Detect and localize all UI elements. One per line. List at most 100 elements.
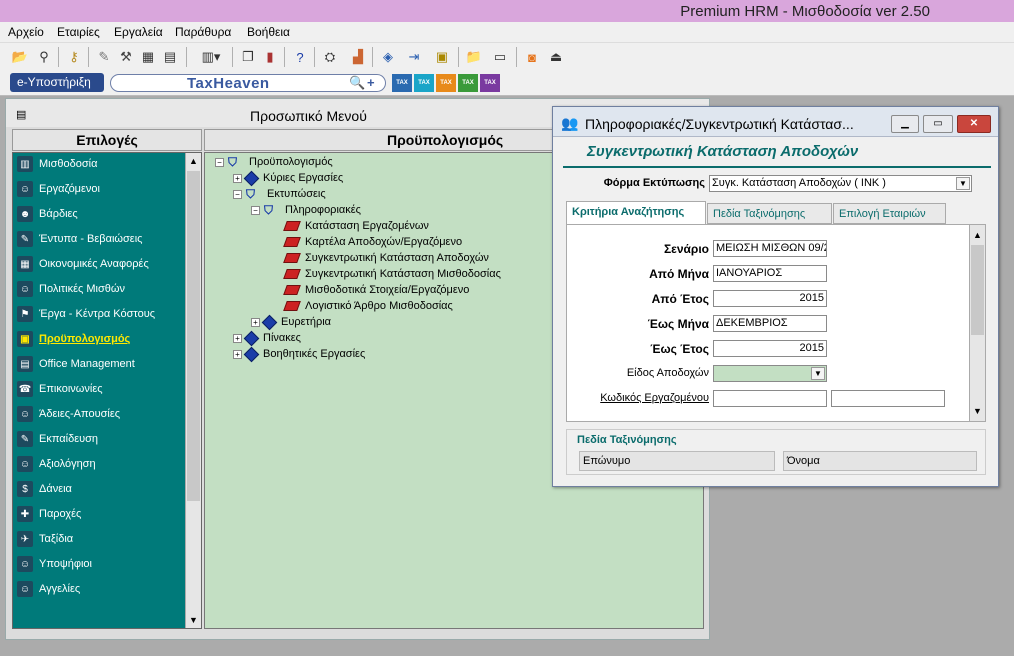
cost-centers-icon: ⚑ bbox=[17, 306, 33, 322]
travel-icon: ✈ bbox=[17, 531, 33, 547]
from-month-field[interactable]: ΙΑΝΟΥΑΡΙΟΣ bbox=[713, 265, 827, 282]
scroll-up-icon[interactable]: ▲ bbox=[186, 153, 201, 169]
option-travel[interactable]: ✈ Ταξίδια bbox=[17, 529, 73, 549]
scroll-thumb[interactable] bbox=[971, 245, 984, 335]
tax-purple-button[interactable]: TAX bbox=[480, 74, 500, 92]
to-month-field[interactable]: ΔΕΚΕΜΒΡΙΟΣ bbox=[713, 315, 827, 332]
option-loans[interactable]: $ Δάνεια bbox=[17, 479, 72, 499]
employee-code-to-field[interactable] bbox=[831, 390, 945, 407]
tree-report-1[interactable]: Κατάσταση Εργαζομένων bbox=[283, 218, 429, 234]
tax-cyan-button[interactable]: TAX bbox=[414, 74, 434, 92]
option-candidates[interactable]: ☺ Υποψήφιοι bbox=[17, 554, 92, 574]
chart-icon[interactable]: ▟ bbox=[348, 47, 368, 67]
pin-icon[interactable]: ✎ bbox=[94, 47, 114, 67]
monitor-icon[interactable]: ▭ bbox=[490, 47, 510, 67]
tree-report-4[interactable]: Συγκεντρωτική Κατάσταση Μισθοδοσίας bbox=[283, 266, 501, 282]
tree-main-tasks[interactable]: + Κύριες Εργασίες bbox=[233, 170, 343, 186]
tree-root[interactable]: − ⛉ Προϋπολογισμός bbox=[215, 154, 333, 170]
login-icon[interactable]: ⇥ bbox=[404, 47, 424, 67]
scenario-field[interactable]: ΜΕΙΩΣΗ ΜΙΣΘΩΝ 09/20 bbox=[713, 240, 827, 257]
key-icon[interactable]: ⚷ bbox=[64, 47, 84, 67]
tree-aux-tasks[interactable]: + Βοηθητικές Εργασίες bbox=[233, 346, 365, 362]
folder-icon[interactable]: 📁 bbox=[464, 47, 484, 67]
sort-field-name[interactable]: Όνομα bbox=[783, 451, 977, 471]
option-communications[interactable]: ☎ Επικοινωνίες bbox=[17, 379, 103, 399]
options-scrollbar[interactable]: ▲ ▼ bbox=[185, 153, 201, 628]
tree-report-6[interactable]: Λογιστικό Άρθρο Μισθοδοσίας bbox=[283, 298, 453, 314]
exit-icon[interactable]: ⏏ bbox=[546, 47, 566, 67]
dialog-title: Πληροφοριακές/Συγκεντρωτική Κατάστασ... bbox=[585, 116, 854, 132]
calculator-icon[interactable]: ▦ bbox=[138, 47, 158, 67]
tools-icon[interactable]: ⚒ bbox=[116, 47, 136, 67]
employee-code-from-field[interactable] bbox=[713, 390, 827, 407]
option-job-ads[interactable]: ☺ Αγγελίες bbox=[17, 579, 80, 599]
scroll-down-icon[interactable]: ▼ bbox=[970, 403, 985, 419]
taxheaven-search-input[interactable]: TaxHeaven 🔍 + bbox=[110, 74, 386, 92]
earnings-type-select[interactable]: ▼ bbox=[713, 365, 827, 382]
tree-report-2[interactable]: Καρτέλα Αποδοχών/Εργαζόμενο bbox=[283, 234, 462, 250]
menu-help[interactable]: Βοήθεια bbox=[247, 25, 290, 39]
minimize-button[interactable]: ▁ bbox=[891, 115, 919, 133]
option-training[interactable]: ✎ Εκπαίδευση bbox=[17, 429, 98, 449]
open-folder-icon[interactable]: 📂 bbox=[10, 47, 30, 67]
support-toolbar: e-Υποστήριξη TaxHeaven 🔍 + TAX TAX TAX T… bbox=[0, 70, 1014, 96]
from-year-field[interactable]: 2015 bbox=[713, 290, 827, 307]
option-leaves[interactable]: ☺ Άδειες-Απουσίες bbox=[17, 404, 120, 424]
network-icon[interactable]: ⛭ bbox=[320, 47, 340, 67]
candidates-icon: ☺ bbox=[17, 556, 33, 572]
tax-orange-button[interactable]: TAX bbox=[436, 74, 456, 92]
option-financial-reports[interactable]: ▦ Οικονομικές Αναφορές bbox=[17, 254, 149, 274]
personal-menu-title: Προσωπικό Μενού bbox=[250, 108, 367, 124]
tree-prints[interactable]: − ⛉ Εκτυπώσεις bbox=[233, 186, 326, 202]
tab-search-criteria[interactable]: Κριτήρια Αναζήτησης bbox=[566, 201, 706, 224]
option-budget[interactable]: ▣ Προϋπολογισμός bbox=[17, 329, 130, 349]
scroll-thumb[interactable] bbox=[187, 171, 200, 501]
rss-icon[interactable]: ◙ bbox=[522, 47, 542, 67]
tax-green-button[interactable]: TAX bbox=[458, 74, 478, 92]
tab-company-selection[interactable]: Επιλογή Εταιριών bbox=[833, 203, 946, 224]
option-benefits[interactable]: ✚ Παροχές bbox=[17, 504, 81, 524]
menu-companies[interactable]: Εταιρίες bbox=[57, 25, 100, 39]
document-icon[interactable]: ▤ bbox=[160, 47, 180, 67]
option-shifts[interactable]: ☻ Βάρδιες bbox=[17, 204, 78, 224]
option-evaluation[interactable]: ☺ Αξιολόγηση bbox=[17, 454, 96, 474]
books-icon[interactable]: ▮ bbox=[260, 47, 280, 67]
esupport-button[interactable]: e-Υποστήριξη bbox=[10, 73, 104, 92]
calendar-icon[interactable]: ▣ bbox=[432, 47, 452, 67]
menu-file[interactable]: Αρχείο bbox=[8, 25, 44, 39]
search-icon[interactable]: 🔍 bbox=[349, 75, 365, 91]
tax-blue-button[interactable]: TAX bbox=[392, 74, 412, 92]
add-icon[interactable]: + bbox=[367, 75, 375, 90]
tab-sort-fields[interactable]: Πεδία Ταξινόμησης bbox=[707, 203, 832, 224]
option-cost-centers[interactable]: ⚑ Έργα - Κέντρα Κόστους bbox=[17, 304, 155, 324]
print-form-select[interactable]: Συγκ. Κατάσταση Αποδοχών ( INK ) ▼ bbox=[709, 175, 972, 192]
package-icon[interactable]: ◈ bbox=[378, 47, 398, 67]
option-office-management[interactable]: ▤ Office Management bbox=[17, 354, 135, 374]
layout-dropdown-icon[interactable]: ▥▾ bbox=[194, 47, 228, 67]
tree-report-3[interactable]: Συγκεντρωτική Κατάσταση Αποδοχών bbox=[283, 250, 489, 266]
binoculars-icon[interactable]: ⚲ bbox=[34, 47, 54, 67]
tree-indexes[interactable]: + Ευρετήρια bbox=[251, 314, 331, 330]
to-year-field[interactable]: 2015 bbox=[713, 340, 827, 357]
main-toolbar: 📂 ⚲ ⚷ ✎ ⚒ ▦ ▤ ▥▾ ❐ ▮ ? ⛭ ▟ ◈ ⇥ ▣ 📁 ▭ ◙ ⏏ bbox=[0, 42, 1014, 70]
close-button[interactable]: ✕ bbox=[957, 115, 991, 133]
from-month-label: Από Μήνα bbox=[649, 267, 709, 281]
sort-field-surname[interactable]: Επώνυμο bbox=[579, 451, 775, 471]
book-icon bbox=[283, 221, 301, 231]
employee-code-label[interactable]: Κωδικός Εργαζομένου bbox=[577, 392, 709, 404]
menu-tools[interactable]: Εργαλεία bbox=[114, 25, 163, 39]
scroll-down-icon[interactable]: ▼ bbox=[186, 612, 201, 628]
tree-report-5[interactable]: Μισθοδοτικά Στοιχεία/Εργαζόμενο bbox=[283, 282, 469, 298]
tree-info[interactable]: − ⛉ Πληροφοριακές bbox=[251, 202, 361, 218]
copy-icon[interactable]: ❐ bbox=[238, 47, 258, 67]
option-employees[interactable]: ☺ Εργαζόμενοι bbox=[17, 179, 100, 199]
scroll-up-icon[interactable]: ▲ bbox=[970, 227, 985, 243]
maximize-button[interactable]: ▭ bbox=[923, 115, 953, 133]
menu-windows[interactable]: Παράθυρα bbox=[175, 25, 231, 39]
tree-tables[interactable]: + Πίνακες bbox=[233, 330, 301, 346]
help-icon[interactable]: ? bbox=[290, 47, 310, 67]
criteria-scrollbar[interactable]: ▲ ▼ bbox=[969, 225, 985, 421]
option-forms[interactable]: ✎ Έντυπα - Βεβαιώσεις bbox=[17, 229, 142, 249]
option-salary-policies[interactable]: ☺ Πολιτικές Μισθών bbox=[17, 279, 125, 299]
option-payroll[interactable]: ▥ Μισθοδοσία bbox=[17, 154, 97, 174]
